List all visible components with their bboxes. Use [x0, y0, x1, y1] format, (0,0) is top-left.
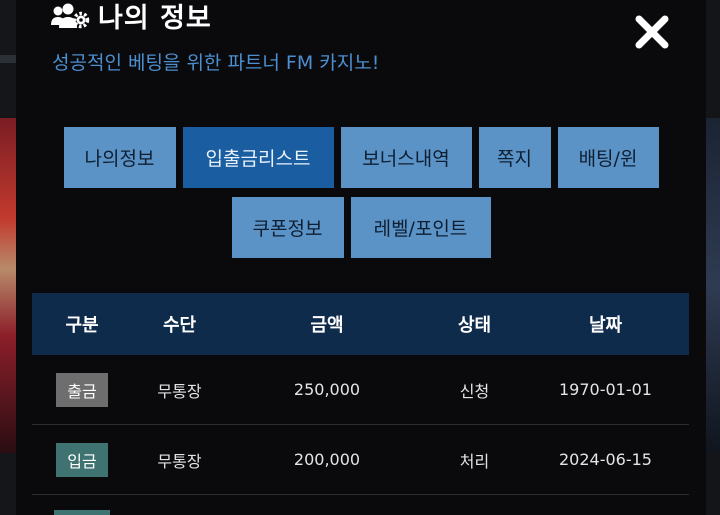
modal-title: 나의 정보 — [98, 3, 212, 34]
status-cell: 처리 — [459, 451, 490, 471]
table-row: 출금 무통장 250,000 신청 1970-01-01 — [32, 355, 689, 425]
header-date: 날짜 — [588, 315, 623, 336]
table-row: 입금 무통장 200,000 처리 2024-06-15 — [32, 425, 689, 495]
type-cell: 출금 — [32, 372, 132, 407]
table-row-partial — [32, 495, 689, 515]
header-method: 수단 — [162, 315, 197, 336]
date-cell: 1970-01-01 — [559, 380, 652, 399]
tab-coupon-info[interactable]: 쿠폰정보 — [231, 197, 344, 258]
method-cell: 무통장 — [157, 451, 202, 471]
close-icon — [635, 15, 669, 49]
modal-subtitle: 성공적인 베팅을 위한 파트너 FM 카지노! — [52, 52, 380, 74]
tab-messages[interactable]: 쪽지 — [478, 127, 551, 188]
users-cog-icon — [50, 1, 90, 31]
table-header: 구분 수단 금액 상태 날짜 — [32, 293, 689, 355]
background-promo-image — [0, 118, 16, 453]
info-tabs: 나의정보 입출금리스트 보너스내역 쪽지 배팅/윈 쿠폰정보 레벨/포인트 — [16, 127, 706, 267]
type-cell-partial — [32, 492, 132, 515]
deposit-badge: 입금 — [56, 442, 108, 477]
amount-cell: 250,000 — [293, 380, 361, 399]
header-type: 구분 — [65, 315, 99, 336]
background-page-left — [0, 0, 16, 515]
tab-level-points[interactable]: 레벨/포인트 — [350, 197, 491, 258]
type-cell: 입금 — [32, 442, 132, 477]
close-button[interactable] — [630, 10, 674, 54]
status-cell: 신청 — [459, 381, 490, 401]
header-status: 상태 — [457, 315, 492, 336]
withdraw-badge: 출금 — [56, 372, 108, 407]
tab-betting-win[interactable]: 배팅/윈 — [557, 127, 659, 188]
modal-header: 나의 정보 — [50, 0, 212, 35]
background-promo-image-right — [706, 118, 720, 453]
background-page-right — [706, 0, 720, 515]
method-cell: 무통장 — [157, 381, 202, 401]
tab-row-1: 나의정보 입출금리스트 보너스내역 쪽지 배팅/윈 — [16, 127, 706, 188]
date-cell: 2024-06-15 — [559, 450, 652, 469]
deposit-badge-partial — [54, 510, 110, 515]
amount-cell: 200,000 — [293, 450, 361, 469]
my-info-modal: 나의 정보 성공적인 베팅을 위한 파트너 FM 카지노! 나의정보 입출금리스… — [16, 0, 706, 515]
tab-my-info[interactable]: 나의정보 — [63, 127, 176, 188]
background-nav-stripe — [0, 55, 16, 63]
tab-transaction-list[interactable]: 입출금리스트 — [182, 127, 334, 188]
tab-row-2: 쿠폰정보 레벨/포인트 — [16, 197, 706, 258]
header-amount: 금액 — [310, 315, 344, 336]
transaction-table: 구분 수단 금액 상태 날짜 출금 무통장 250,000 신청 1970-01… — [32, 293, 689, 515]
tab-bonus-history[interactable]: 보너스내역 — [340, 127, 472, 188]
